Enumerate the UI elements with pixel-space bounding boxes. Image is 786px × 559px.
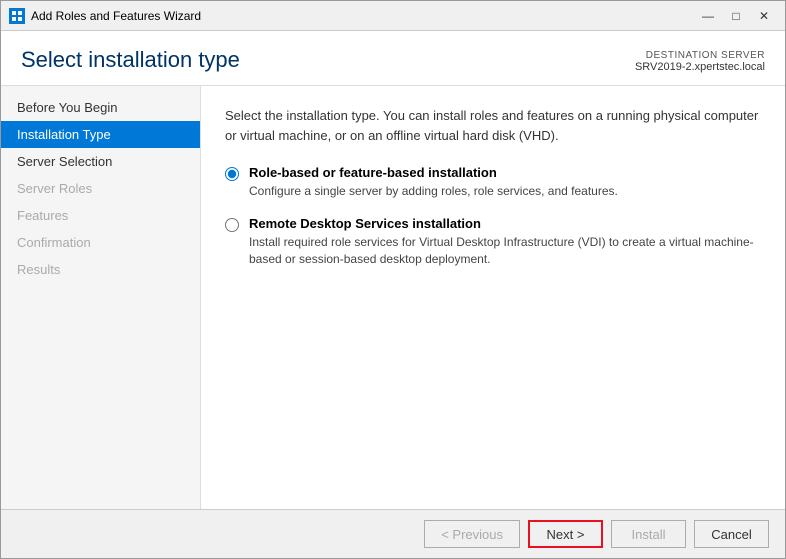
close-button[interactable]: ✕ bbox=[751, 6, 777, 26]
installation-options: Role-based or feature-based installation… bbox=[225, 165, 761, 267]
content-area: Before You Begin Installation Type Serve… bbox=[1, 86, 785, 509]
destination-label: DESTINATION SERVER bbox=[635, 50, 765, 61]
sidebar-item-server-selection[interactable]: Server Selection bbox=[1, 148, 200, 175]
window-title: Add Roles and Features Wizard bbox=[31, 9, 695, 23]
sidebar-item-features: Features bbox=[1, 202, 200, 229]
destination-server-info: DESTINATION SERVER SRV2019-2.xpertstec.l… bbox=[635, 50, 765, 73]
destination-server-name: SRV2019-2.xpertstec.local bbox=[635, 61, 765, 73]
option-remote-desktop-content: Remote Desktop Services installation Ins… bbox=[249, 216, 761, 268]
maximize-button[interactable]: □ bbox=[723, 6, 749, 26]
option-role-based-content: Role-based or feature-based installation… bbox=[249, 165, 618, 200]
previous-button[interactable]: < Previous bbox=[424, 520, 520, 548]
window-controls: — □ ✕ bbox=[695, 6, 777, 26]
app-icon bbox=[9, 8, 25, 24]
sidebar-item-confirmation: Confirmation bbox=[1, 229, 200, 256]
page-title: Select installation type bbox=[21, 47, 240, 73]
wizard-header: Select installation type DESTINATION SER… bbox=[1, 31, 785, 86]
option-remote-desktop: Remote Desktop Services installation Ins… bbox=[225, 216, 761, 268]
option-role-based-label[interactable]: Role-based or feature-based installation bbox=[249, 165, 497, 180]
next-button[interactable]: Next > bbox=[528, 520, 603, 548]
cancel-button[interactable]: Cancel bbox=[694, 520, 769, 548]
option-remote-desktop-label[interactable]: Remote Desktop Services installation bbox=[249, 216, 481, 231]
radio-remote-desktop[interactable] bbox=[225, 218, 239, 232]
radio-role-based[interactable] bbox=[225, 167, 239, 181]
sidebar-item-installation-type[interactable]: Installation Type bbox=[1, 121, 200, 148]
install-button[interactable]: Install bbox=[611, 520, 686, 548]
option-role-based-desc: Configure a single server by adding role… bbox=[249, 183, 618, 200]
option-remote-desktop-desc: Install required role services for Virtu… bbox=[249, 234, 761, 268]
description-text: Select the installation type. You can in… bbox=[225, 106, 761, 145]
sidebar: Before You Begin Installation Type Serve… bbox=[1, 86, 201, 509]
sidebar-item-before-you-begin[interactable]: Before You Begin bbox=[1, 94, 200, 121]
wizard-footer: < Previous Next > Install Cancel bbox=[1, 509, 785, 558]
title-bar: Add Roles and Features Wizard — □ ✕ bbox=[1, 1, 785, 31]
sidebar-item-server-roles: Server Roles bbox=[1, 175, 200, 202]
sidebar-item-results: Results bbox=[1, 256, 200, 283]
minimize-button[interactable]: — bbox=[695, 6, 721, 26]
main-content: Select the installation type. You can in… bbox=[201, 86, 785, 509]
option-role-based: Role-based or feature-based installation… bbox=[225, 165, 761, 200]
wizard-window: Add Roles and Features Wizard — □ ✕ Sele… bbox=[0, 0, 786, 559]
